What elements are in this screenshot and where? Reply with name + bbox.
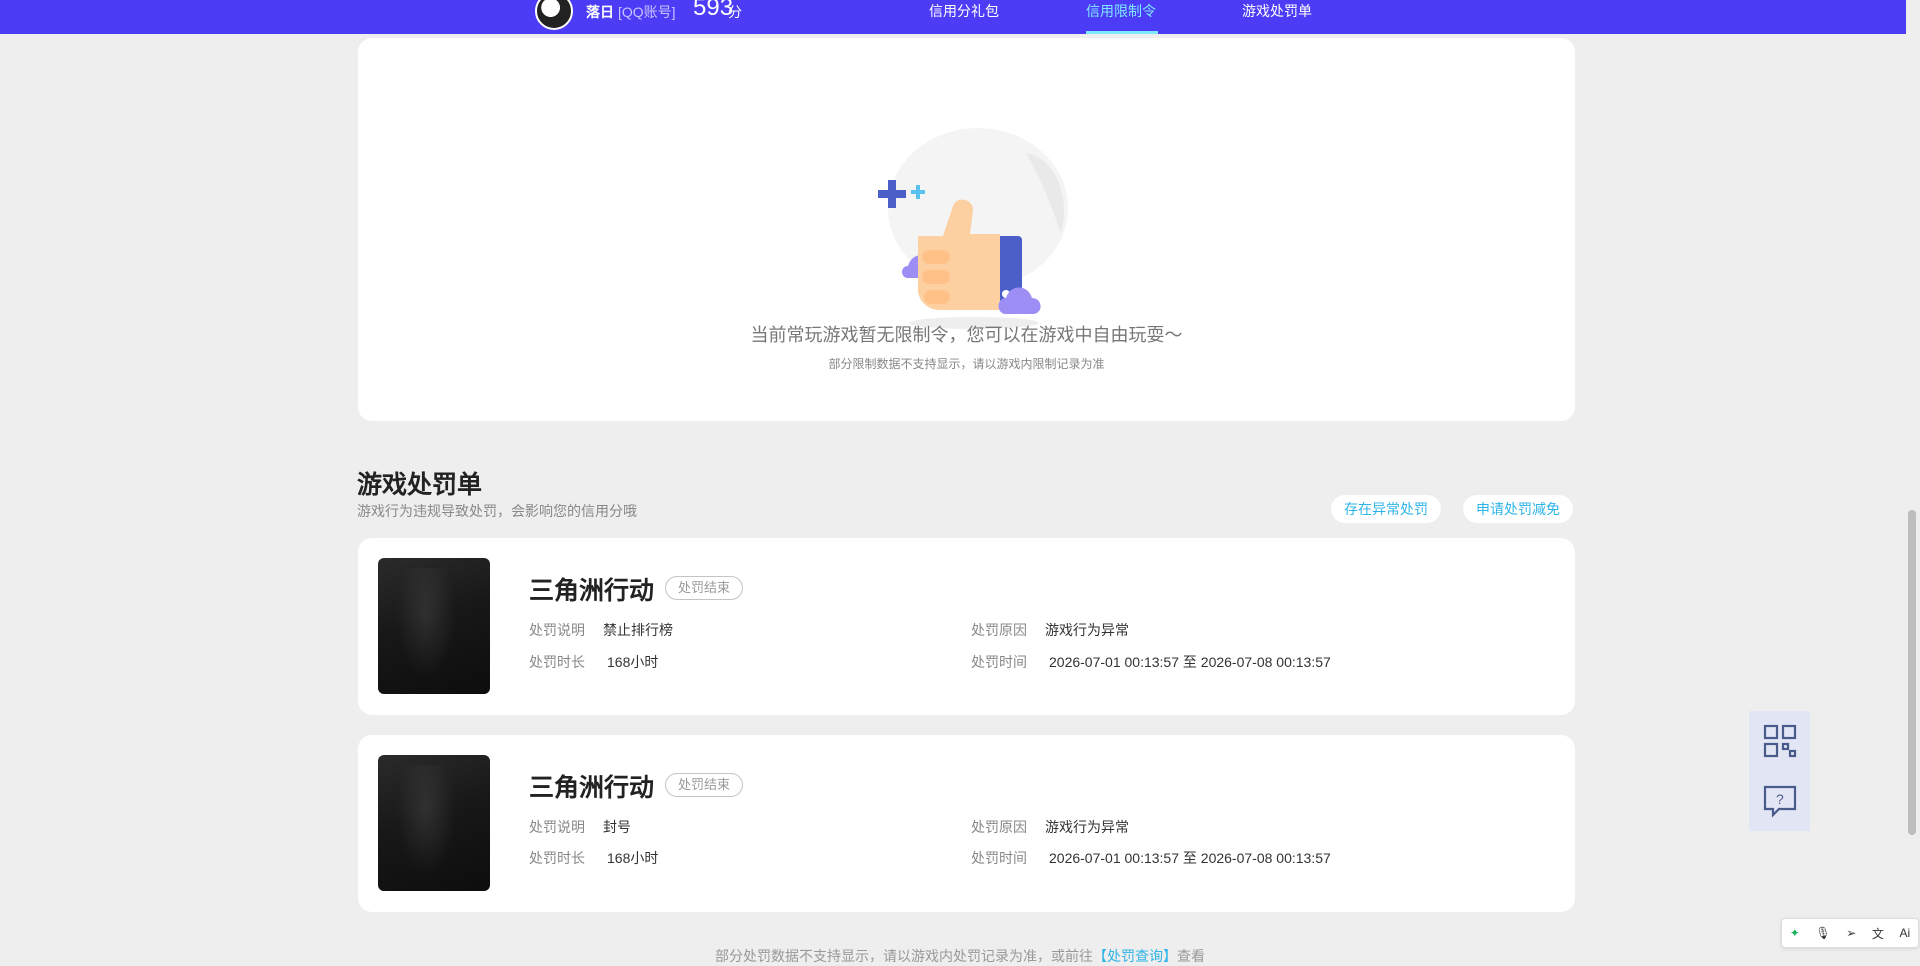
help-chat-icon: ? bbox=[1763, 785, 1796, 818]
game-cover-image bbox=[378, 755, 490, 891]
translate-icon[interactable]: 文 bbox=[1872, 925, 1884, 942]
penalty-desc-label: 处罚说明 bbox=[529, 819, 585, 835]
penalty-end-time: 2026-07-08 00:13:57 bbox=[1200, 850, 1331, 866]
plugin-icon[interactable]: ✦ bbox=[1790, 926, 1800, 940]
abnormal-penalty-button[interactable]: 存在异常处罚 bbox=[1331, 495, 1441, 523]
penalty-duration-value: 168小时 bbox=[607, 850, 659, 866]
status-badge: 处罚结束 bbox=[665, 576, 744, 600]
penalty-reason-label: 处罚原因 bbox=[971, 622, 1027, 638]
svg-text:?: ? bbox=[1776, 791, 1784, 807]
restriction-card: 当前常玩游戏暂无限制令，您可以在游戏中自由玩耍～ 部分限制数据不支持显示，请以游… bbox=[358, 38, 1575, 421]
penalty-query-link[interactable]: 【处罚查询】 bbox=[1093, 948, 1177, 964]
browser-mini-toolbar: ✦ 🎙 ➢ 文 Ai bbox=[1781, 918, 1919, 948]
penalty-time-value: 2026-07-01 00:13:57 至 2026-07-08 00:13:5… bbox=[1049, 848, 1331, 868]
penalty-desc-value: 禁止排行榜 bbox=[603, 622, 673, 638]
tab-game-penalty[interactable]: 游戏处罚单 bbox=[1242, 1, 1312, 21]
section-title: 游戏处罚单 bbox=[357, 471, 483, 499]
help-button[interactable]: ? bbox=[1749, 771, 1810, 831]
send-icon[interactable]: ➢ bbox=[1846, 926, 1856, 940]
tab-credit-gift[interactable]: 信用分礼包 bbox=[929, 1, 999, 21]
scrollbar-thumb[interactable] bbox=[1908, 510, 1916, 835]
qr-code-icon bbox=[1763, 724, 1796, 758]
to-label: 至 bbox=[1182, 850, 1197, 866]
username: 落日 bbox=[586, 4, 614, 20]
to-label: 至 bbox=[1182, 654, 1197, 670]
footer-note: 部分处罚数据不支持显示，请以游戏内处罚记录为准，或前往【处罚查询】查看 bbox=[0, 946, 1920, 966]
penalty-time-label: 处罚时间 bbox=[971, 850, 1027, 866]
penalty-desc-value: 封号 bbox=[603, 819, 631, 835]
score-unit: 分 bbox=[728, 4, 742, 20]
penalty-end-time: 2026-07-08 00:13:57 bbox=[1200, 654, 1331, 670]
avatar[interactable] bbox=[535, 0, 573, 30]
active-tab-indicator bbox=[1086, 31, 1158, 34]
penalty-duration-value: 168小时 bbox=[607, 654, 659, 670]
mic-icon[interactable]: 🎙 bbox=[1815, 926, 1830, 940]
penalty-time-label: 处罚时间 bbox=[971, 654, 1027, 670]
penalty-reason-value: 游戏行为异常 bbox=[1045, 819, 1129, 835]
status-badge: 处罚结束 bbox=[665, 773, 744, 797]
penalty-reason-value: 游戏行为异常 bbox=[1045, 622, 1129, 638]
penalty-start-time: 2026-07-01 00:13:57 bbox=[1049, 850, 1179, 866]
top-nav-bar: 落日 [QQ账号] 593 分 信用分礼包 信用限制令 游戏处罚单 bbox=[0, 0, 1906, 34]
penalty-card: 三角洲行动 处罚结束 处罚说明 封号 处罚时长 168小时 处罚原因 游戏行为异… bbox=[358, 735, 1575, 912]
tab-credit-restriction[interactable]: 信用限制令 bbox=[1086, 1, 1156, 21]
penalty-start-time: 2026-07-01 00:13:57 bbox=[1049, 654, 1179, 670]
footer-text: 部分处罚数据不支持显示，请以游戏内处罚记录为准，或前往 bbox=[715, 948, 1093, 964]
penalty-duration-label: 处罚时长 bbox=[529, 654, 585, 670]
account-type: [QQ账号] bbox=[618, 4, 676, 20]
penalty-time-value: 2026-07-01 00:13:57 至 2026-07-08 00:13:5… bbox=[1049, 652, 1331, 672]
ai-icon[interactable]: Ai bbox=[1899, 926, 1910, 940]
game-cover-image bbox=[378, 558, 490, 694]
penalty-card: 三角洲行动 处罚结束 处罚说明 禁止排行榜 处罚时长 168小时 处罚原因 游戏… bbox=[358, 538, 1575, 715]
penalty-duration-label: 处罚时长 bbox=[529, 850, 585, 866]
penalty-reason-label: 处罚原因 bbox=[971, 819, 1027, 835]
section-subtitle: 游戏行为违规导致处罚，会影响您的信用分哦 bbox=[357, 503, 637, 519]
game-name: 三角洲行动 bbox=[529, 577, 655, 605]
footer-text-end: 查看 bbox=[1177, 948, 1205, 964]
thumbs-up-illustration bbox=[878, 128, 1068, 329]
empty-state-note: 部分限制数据不支持显示，请以游戏内限制记录为准 bbox=[828, 357, 1105, 371]
penalty-desc-label: 处罚说明 bbox=[529, 622, 585, 638]
apply-penalty-reduction-button[interactable]: 申请处罚减免 bbox=[1463, 495, 1573, 523]
empty-state-message: 当前常玩游戏暂无限制令，您可以在游戏中自由玩耍～ bbox=[750, 325, 1183, 345]
game-name: 三角洲行动 bbox=[529, 774, 655, 802]
qr-code-button[interactable] bbox=[1749, 711, 1810, 771]
